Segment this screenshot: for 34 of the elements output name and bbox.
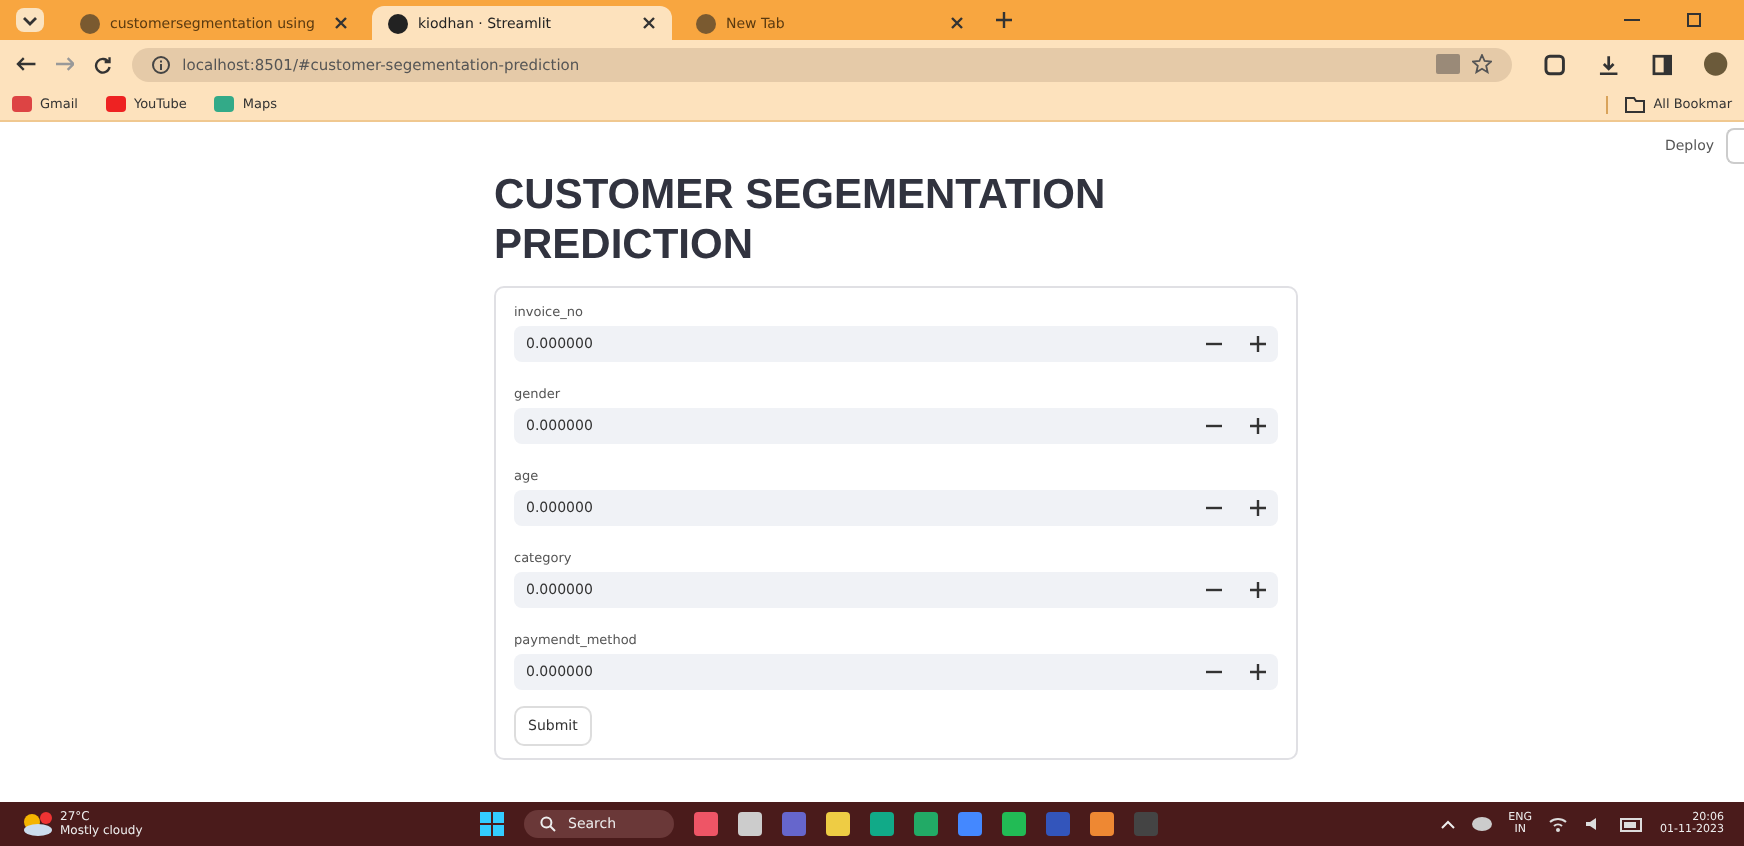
plus-button[interactable]: [1250, 418, 1266, 434]
info-icon: [152, 55, 171, 73]
cloud-icon[interactable]: [1472, 816, 1493, 832]
close-icon[interactable]: [334, 16, 348, 30]
minimize-button[interactable]: [1624, 18, 1640, 22]
bookmark-icon: [105, 96, 126, 112]
bookmark-icon: [12, 96, 32, 112]
extensions-icon[interactable]: [1544, 53, 1566, 75]
weather-icon: [20, 812, 52, 836]
download-icon[interactable]: [1597, 53, 1620, 75]
star-icon[interactable]: [1472, 54, 1493, 74]
search-icon: [540, 816, 556, 832]
plus-button[interactable]: [1250, 582, 1266, 598]
bookmark-icon: [214, 96, 235, 112]
close-icon[interactable]: [642, 16, 656, 30]
plus-button[interactable]: [1250, 500, 1266, 516]
page-icon: [80, 13, 100, 33]
restore-button[interactable]: [1684, 10, 1704, 30]
tab-list-icon[interactable]: [16, 8, 44, 32]
page-icon: [388, 13, 408, 33]
page-icon: [696, 13, 716, 33]
page-heading: CUSTOMER SEGEMENTATION PREDICTION: [494, 170, 1108, 270]
side-panel-icon[interactable]: [1651, 53, 1673, 75]
reload-button[interactable]: [94, 55, 113, 73]
wifi-icon[interactable]: [1548, 816, 1569, 832]
close-icon[interactable]: [950, 16, 964, 30]
battery-icon[interactable]: [1620, 817, 1645, 831]
start-icon[interactable]: [480, 812, 504, 836]
back-button[interactable]: [16, 56, 36, 72]
chevron-icon[interactable]: [1440, 819, 1457, 829]
plus-button[interactable]: [1250, 336, 1266, 352]
folder-icon: [1623, 95, 1646, 113]
profile-icon[interactable]: [1704, 52, 1729, 76]
plus-button[interactable]: [1250, 664, 1266, 680]
